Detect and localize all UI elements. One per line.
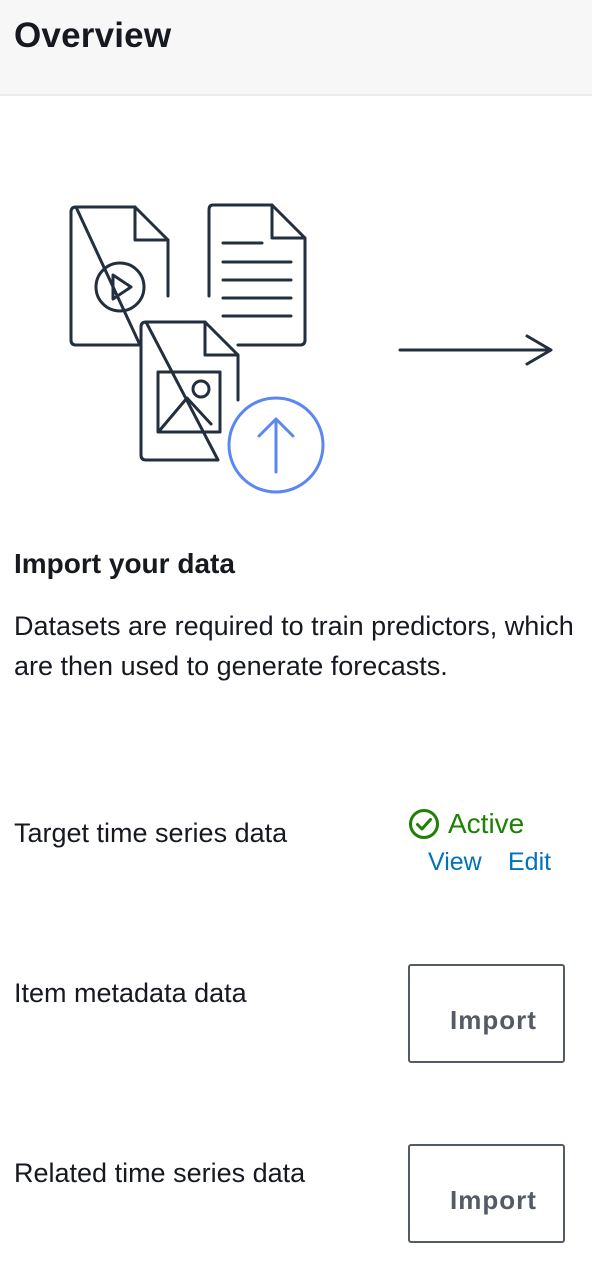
arrow-right-icon	[398, 334, 553, 366]
item-metadata-label: Item metadata data	[14, 978, 247, 1008]
import-data-description: Datasets are required to train predictor…	[14, 611, 574, 681]
import-data-title: Import your data	[14, 548, 235, 579]
import-item-metadata-button[interactable]: Import	[408, 964, 565, 1063]
view-link[interactable]: View	[428, 848, 482, 877]
text-document-icon	[207, 203, 307, 347]
upload-icon	[227, 396, 325, 494]
import-data-illustration	[0, 190, 592, 510]
check-circle-icon	[409, 809, 439, 839]
page-header: Overview	[0, 0, 592, 96]
video-file-icon	[69, 205, 170, 347]
status-badge: Active	[408, 806, 524, 842]
import-related-time-series-button[interactable]: Import	[408, 1144, 565, 1243]
image-file-icon	[139, 320, 240, 462]
page-title: Overview	[14, 16, 172, 55]
target-time-series-label: Target time series data	[14, 818, 288, 848]
edit-link[interactable]: Edit	[508, 848, 551, 877]
status-text: Active	[448, 808, 525, 839]
related-time-series-label: Related time series data	[14, 1158, 306, 1188]
